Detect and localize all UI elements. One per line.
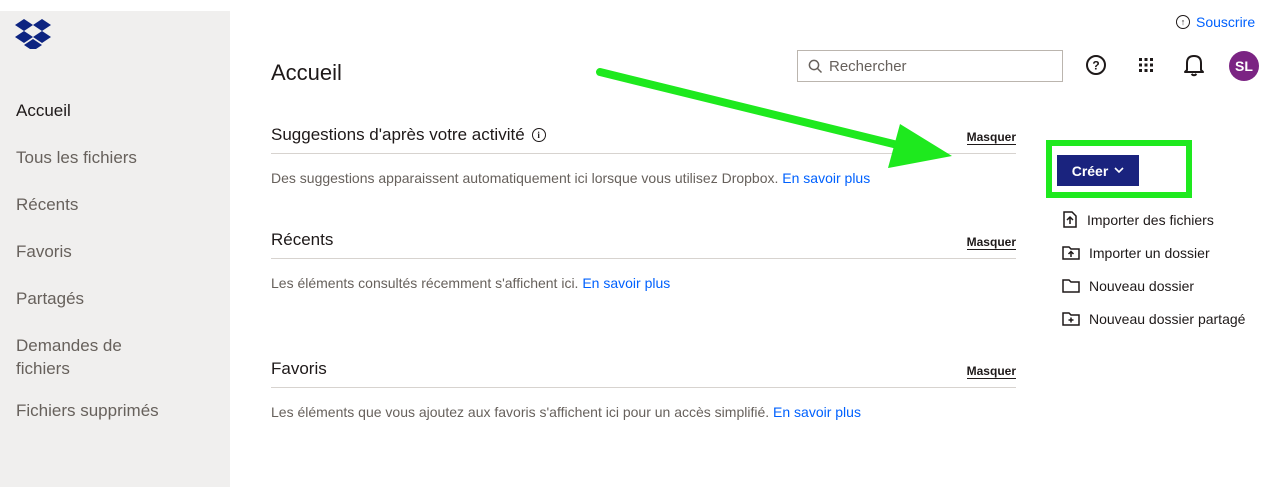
section-title: Suggestions d'après votre activité i — [271, 125, 546, 145]
hide-recent-button[interactable]: Masquer — [966, 235, 1016, 250]
menu-label: Importer des fichiers — [1087, 211, 1214, 228]
sidebar-item-recent[interactable]: Récents — [16, 193, 216, 216]
search-input[interactable] — [829, 57, 1049, 75]
section-header: Favoris Masquer — [271, 358, 1016, 388]
section-body: Des suggestions apparaissent automatique… — [271, 170, 1016, 186]
menu-item-new-shared-folder[interactable]: Nouveau dossier partagé — [1062, 302, 1245, 335]
section-body: Les éléments consultés récemment s'affic… — [271, 275, 1016, 291]
menu-label: Importer un dossier — [1089, 244, 1210, 261]
suggestions-section: Suggestions d'après votre activité i Mas… — [271, 124, 1016, 186]
menu-label: Nouveau dossier partagé — [1089, 310, 1246, 327]
section-title: Récents — [271, 230, 334, 249]
section-title: Favoris — [271, 359, 327, 378]
section-body: Les éléments que vous ajoutez aux favori… — [271, 404, 1016, 420]
sidebar-item-file-requests[interactable]: Demandes de fichiers — [16, 334, 166, 380]
suggestions-text: Des suggestions apparaissent automatique… — [271, 170, 779, 186]
sidebar-item-home[interactable]: Accueil — [16, 99, 216, 122]
starred-text: Les éléments que vous ajoutez aux favori… — [271, 404, 770, 420]
section-header: Suggestions d'après votre activité i Mas… — [271, 124, 1016, 154]
menu-item-upload-folder[interactable]: Importer un dossier — [1062, 236, 1245, 269]
page-title: Accueil — [271, 60, 342, 85]
bell-icon[interactable] — [1181, 52, 1207, 78]
upload-folder-icon — [1062, 246, 1080, 260]
suggestions-title: Suggestions d'après votre activité — [271, 125, 525, 144]
learn-more-link[interactable]: En savoir plus — [782, 170, 870, 186]
recent-text: Les éléments consultés récemment s'affic… — [271, 275, 579, 291]
search-icon — [808, 59, 823, 73]
shared-folder-icon — [1062, 312, 1080, 326]
upgrade-arrow-icon: ↑ — [1176, 15, 1190, 29]
recent-section: Récents Masquer Les éléments consultés r… — [271, 229, 1016, 291]
section-header: Récents Masquer — [271, 229, 1016, 259]
menu-item-new-folder[interactable]: Nouveau dossier — [1062, 269, 1245, 302]
sidebar-item-deleted-files[interactable]: Fichiers supprimés — [16, 399, 216, 422]
avatar[interactable]: SL — [1229, 51, 1259, 81]
help-icon[interactable]: ? — [1083, 52, 1109, 78]
info-icon[interactable]: i — [531, 128, 546, 142]
sidebar: Accueil Tous les fichiers Récents Favori… — [0, 11, 230, 487]
starred-section: Favoris Masquer Les éléments que vous aj… — [271, 358, 1016, 420]
learn-more-link[interactable]: En savoir plus — [773, 404, 861, 420]
hide-suggestions-button[interactable]: Masquer — [966, 130, 1016, 145]
upload-file-icon — [1063, 211, 1077, 228]
learn-more-link[interactable]: En savoir plus — [582, 275, 670, 291]
chevron-down-icon — [1114, 167, 1124, 174]
sidebar-item-starred[interactable]: Favoris — [16, 240, 216, 263]
apps-grid-icon[interactable] — [1133, 52, 1159, 78]
create-label: Créer — [1071, 162, 1109, 179]
create-menu: Importer des fichiers Importer un dossie… — [1062, 203, 1245, 335]
sidebar-item-shared[interactable]: Partagés — [16, 287, 216, 310]
menu-item-upload-files[interactable]: Importer des fichiers — [1062, 203, 1245, 236]
folder-icon — [1062, 279, 1080, 293]
subscribe-link[interactable]: ↑ Souscrire — [1176, 14, 1255, 30]
sidebar-item-all-files[interactable]: Tous les fichiers — [16, 146, 216, 169]
hide-starred-button[interactable]: Masquer — [966, 364, 1016, 379]
svg-text:?: ? — [1092, 59, 1099, 73]
menu-label: Nouveau dossier — [1089, 277, 1195, 294]
subscribe-label: Souscrire — [1196, 14, 1256, 30]
search-box[interactable] — [797, 50, 1063, 82]
sidebar-nav: Accueil Tous les fichiers Récents Favori… — [16, 99, 216, 446]
dropbox-logo-icon[interactable] — [15, 19, 51, 49]
create-button[interactable]: Créer — [1057, 155, 1139, 186]
